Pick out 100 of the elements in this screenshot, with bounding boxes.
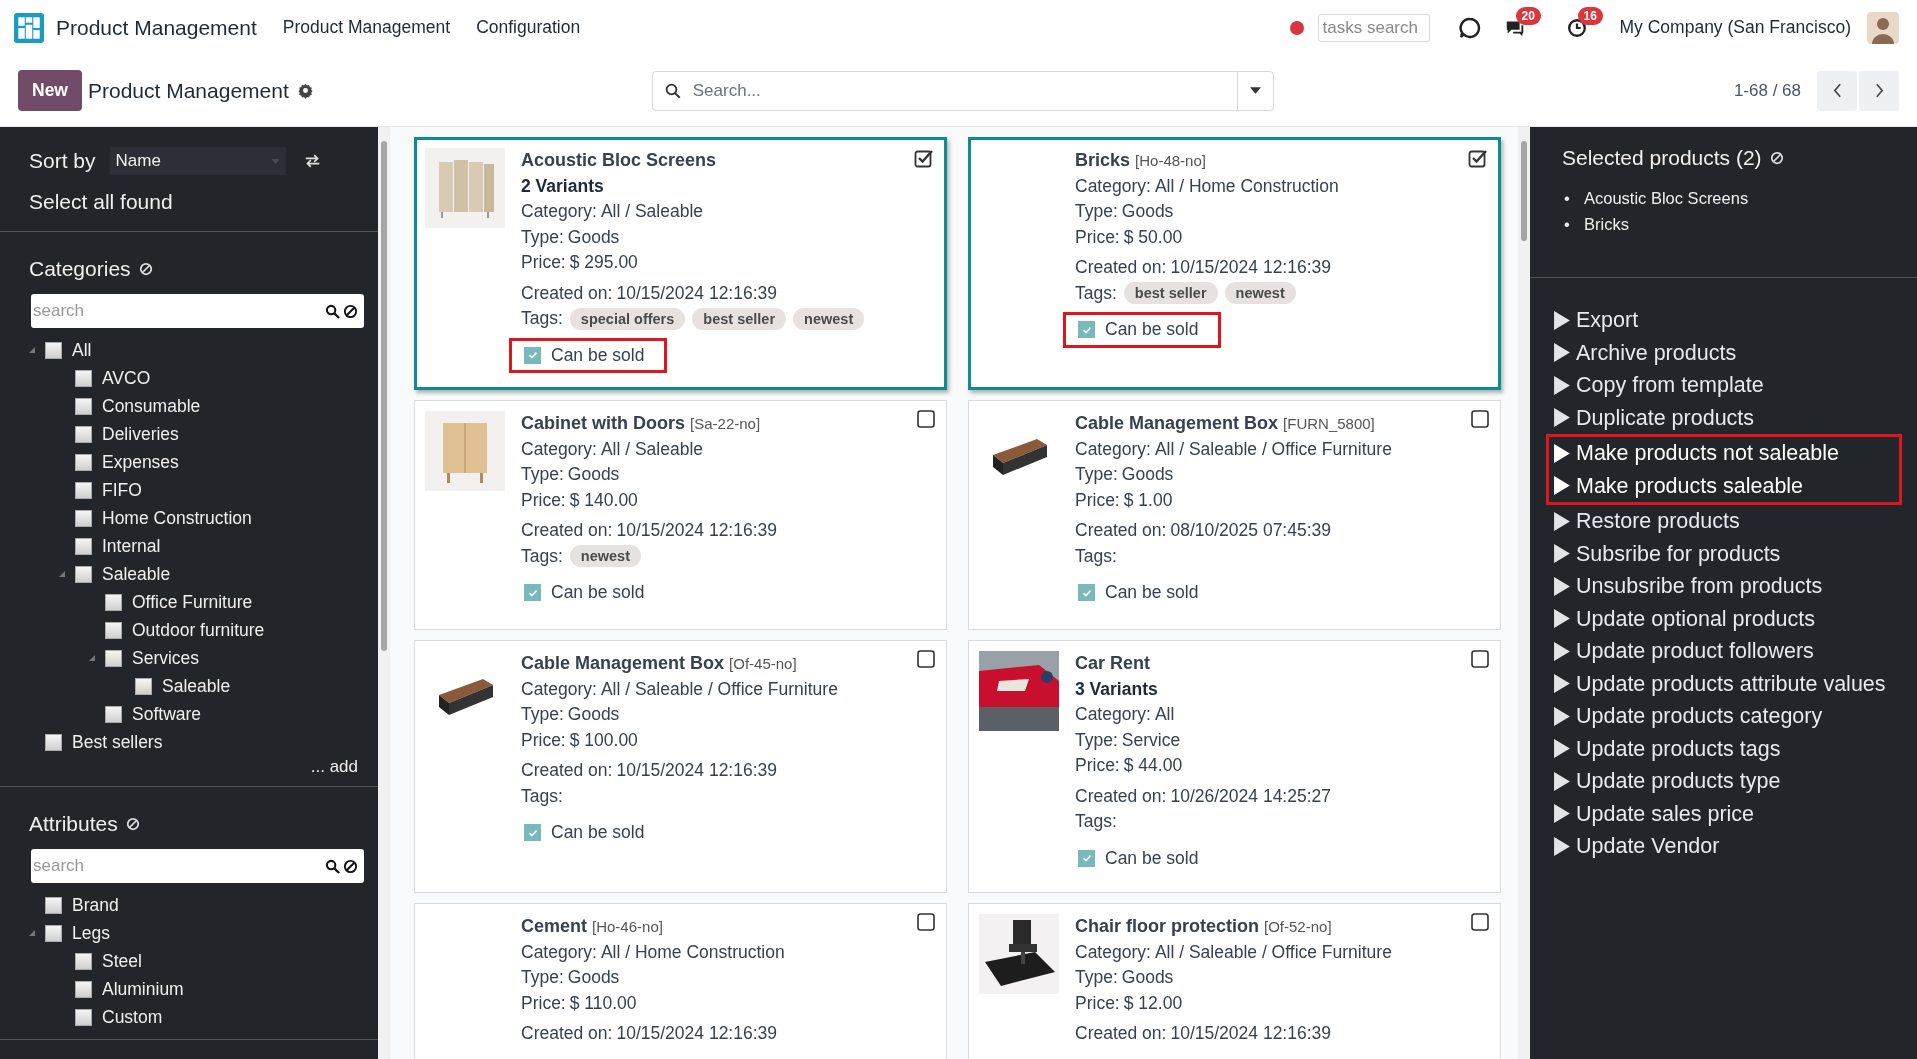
sort-dropdown[interactable]: Name (109, 147, 286, 175)
clear-icon[interactable] (343, 304, 358, 319)
action-link[interactable]: Archive products (1554, 336, 1907, 369)
checkbox[interactable] (524, 584, 541, 602)
tree-item[interactable]: Saleable (162, 675, 231, 697)
search-icon[interactable] (325, 304, 340, 319)
select-checkbox[interactable] (1470, 649, 1490, 669)
menu-item[interactable]: Product Management (282, 17, 451, 38)
checkbox[interactable] (105, 649, 122, 667)
tree-item[interactable]: Steel (102, 950, 142, 972)
select-checkbox[interactable] (914, 148, 934, 168)
tree-item[interactable]: Expenses (102, 451, 179, 473)
search-field[interactable]: search (31, 849, 364, 883)
action-link[interactable]: Update Vendor (1554, 830, 1907, 863)
expand-icon[interactable] (29, 930, 35, 936)
search-options-button[interactable] (1236, 70, 1274, 111)
checkbox[interactable] (75, 565, 92, 583)
action-link[interactable]: Duplicate products (1554, 401, 1907, 434)
checkbox[interactable] (1078, 321, 1095, 339)
clear-icon[interactable] (343, 859, 358, 874)
action-link[interactable]: Update products tags (1554, 732, 1907, 765)
search-field[interactable]: Search... (651, 70, 1237, 111)
scrollbar[interactable] (378, 127, 390, 1059)
product-card[interactable]: Cable Management Box [FURN_5800] Category: All / Saleable / Office Furniture Type: Goods Price: $ 1.00 Created on: 08/10/2025 07:45:39 Tags: Can be sold (968, 400, 1501, 630)
tree-item[interactable]: Brand (72, 894, 119, 916)
search-icon[interactable] (325, 859, 340, 874)
swap-icon[interactable] (303, 154, 321, 168)
checkbox[interactable] (45, 733, 62, 751)
action-link[interactable]: Update products attribute values (1554, 667, 1907, 700)
tree-item[interactable]: Home Construction (102, 507, 252, 529)
action-link[interactable]: Make products saleable (1554, 469, 1899, 502)
tree-item[interactable]: AVCO (102, 367, 151, 389)
checkbox[interactable] (135, 677, 152, 695)
expand-icon[interactable] (29, 347, 35, 353)
tree-item[interactable]: All (72, 339, 92, 361)
product-card[interactable]: Car Rent 3 Variants Category: All Type: Service Price: $ 44.00 Created on: 10/26/2024 14:25:27 Tags: Can be sold (968, 640, 1501, 893)
avatar-icon[interactable] (1867, 11, 1899, 44)
tree-item[interactable]: FIFO (102, 479, 142, 501)
checkbox[interactable] (75, 425, 92, 443)
checkbox[interactable] (524, 824, 541, 842)
select-all-link[interactable]: Select all found (29, 187, 362, 217)
action-link[interactable]: Update products type (1554, 765, 1907, 798)
checkbox[interactable] (75, 369, 92, 387)
app-name[interactable]: Product Management (56, 15, 257, 40)
checkbox[interactable] (105, 621, 122, 639)
product-card[interactable]: Cable Management Box [Of-45-no] Category: All / Saleable / Office Furniture Type: Goods Price: $ 100.00 Created on: 10/15/2024 12:16:39 Tags: Can be sold (414, 640, 947, 893)
select-checkbox[interactable] (1468, 148, 1488, 168)
tree-item[interactable]: Outdoor furniture (132, 619, 265, 641)
scrollbar[interactable] (1518, 127, 1530, 1059)
checkbox[interactable] (75, 980, 92, 998)
select-checkbox[interactable] (1470, 409, 1490, 429)
checkbox[interactable] (75, 537, 92, 555)
tasks-search-field[interactable]: tasks search (1317, 13, 1430, 42)
checkbox[interactable] (105, 705, 122, 723)
expand-icon[interactable] (89, 655, 95, 661)
tree-item[interactable]: Software (132, 703, 202, 725)
add-link[interactable]: ... add (29, 756, 364, 778)
product-card[interactable]: Bricks [Ho-48-no] Category: All / Home Construction Type: Goods Price: $ 50.00 Created on: 10/15/2024 12:16:39 Tags: best seller newest Can be sold (968, 137, 1501, 390)
product-card[interactable]: Acoustic Bloc Screens 2 Variants Category: All / Saleable Type: Goods Price: $ 295.00 Created on: 10/15/2024 12:16:39 Tags: special offers best seller newest Can be sold (414, 137, 947, 390)
checkbox[interactable] (45, 341, 62, 359)
tree-item[interactable]: Office Furniture (132, 591, 253, 613)
action-link[interactable]: Update product followers (1554, 635, 1907, 668)
product-card[interactable]: Cabinet with Doors [Sa-22-no] Category: All / Saleable Type: Goods Price: $ 140.00 Created on: 10/15/2024 12:16:39 Tags: newest Can be sold (414, 400, 947, 630)
tree-item[interactable]: Internal (102, 535, 161, 557)
tree-item[interactable]: Deliveries (102, 423, 179, 445)
checkbox[interactable] (1078, 584, 1095, 602)
checkbox[interactable] (75, 481, 92, 499)
checkbox[interactable] (1078, 849, 1095, 867)
checkbox[interactable] (45, 924, 62, 942)
new-button[interactable]: New (18, 70, 82, 111)
tree-item[interactable]: Services (132, 647, 200, 669)
checkbox[interactable] (75, 509, 92, 527)
checkbox[interactable] (75, 453, 92, 471)
action-link[interactable]: Make products not saleable (1554, 437, 1899, 470)
action-link[interactable]: Update sales price (1554, 797, 1907, 830)
product-card[interactable]: Chair floor protection [Of-52-no] Category: All / Saleable / Office Furniture Type: Goods Price: $ 12.00 Created on: 10/15/2024 12:16:39 (968, 903, 1501, 1059)
tree-item[interactable]: Legs (72, 922, 110, 944)
checkbox[interactable] (524, 346, 541, 364)
action-link[interactable]: Copy from template (1554, 369, 1907, 402)
action-link[interactable]: Unsubsribe from products (1554, 570, 1907, 603)
tree-item[interactable]: Best sellers (72, 731, 163, 753)
tree-item[interactable]: Custom (102, 1006, 163, 1028)
expand-icon[interactable] (59, 571, 65, 577)
action-link[interactable]: Export (1554, 304, 1907, 337)
company-name[interactable]: My Company (San Francisco) (1619, 17, 1851, 38)
select-checkbox[interactable] (1470, 912, 1490, 932)
checkbox[interactable] (105, 593, 122, 611)
app-grid-icon[interactable] (14, 12, 44, 43)
checkbox[interactable] (45, 896, 62, 914)
select-checkbox[interactable] (916, 912, 936, 932)
checkbox[interactable] (75, 1008, 92, 1026)
checkbox[interactable] (75, 397, 92, 415)
action-link[interactable]: Update products category (1554, 700, 1907, 733)
record-dot-icon[interactable] (1289, 20, 1304, 35)
menu-item[interactable]: Configuration (476, 17, 581, 38)
checkbox[interactable] (75, 952, 92, 970)
action-link[interactable]: Restore products (1554, 505, 1907, 538)
search-field[interactable]: search (31, 294, 364, 328)
select-checkbox[interactable] (916, 649, 936, 669)
chat-icon[interactable] (1457, 15, 1482, 40)
